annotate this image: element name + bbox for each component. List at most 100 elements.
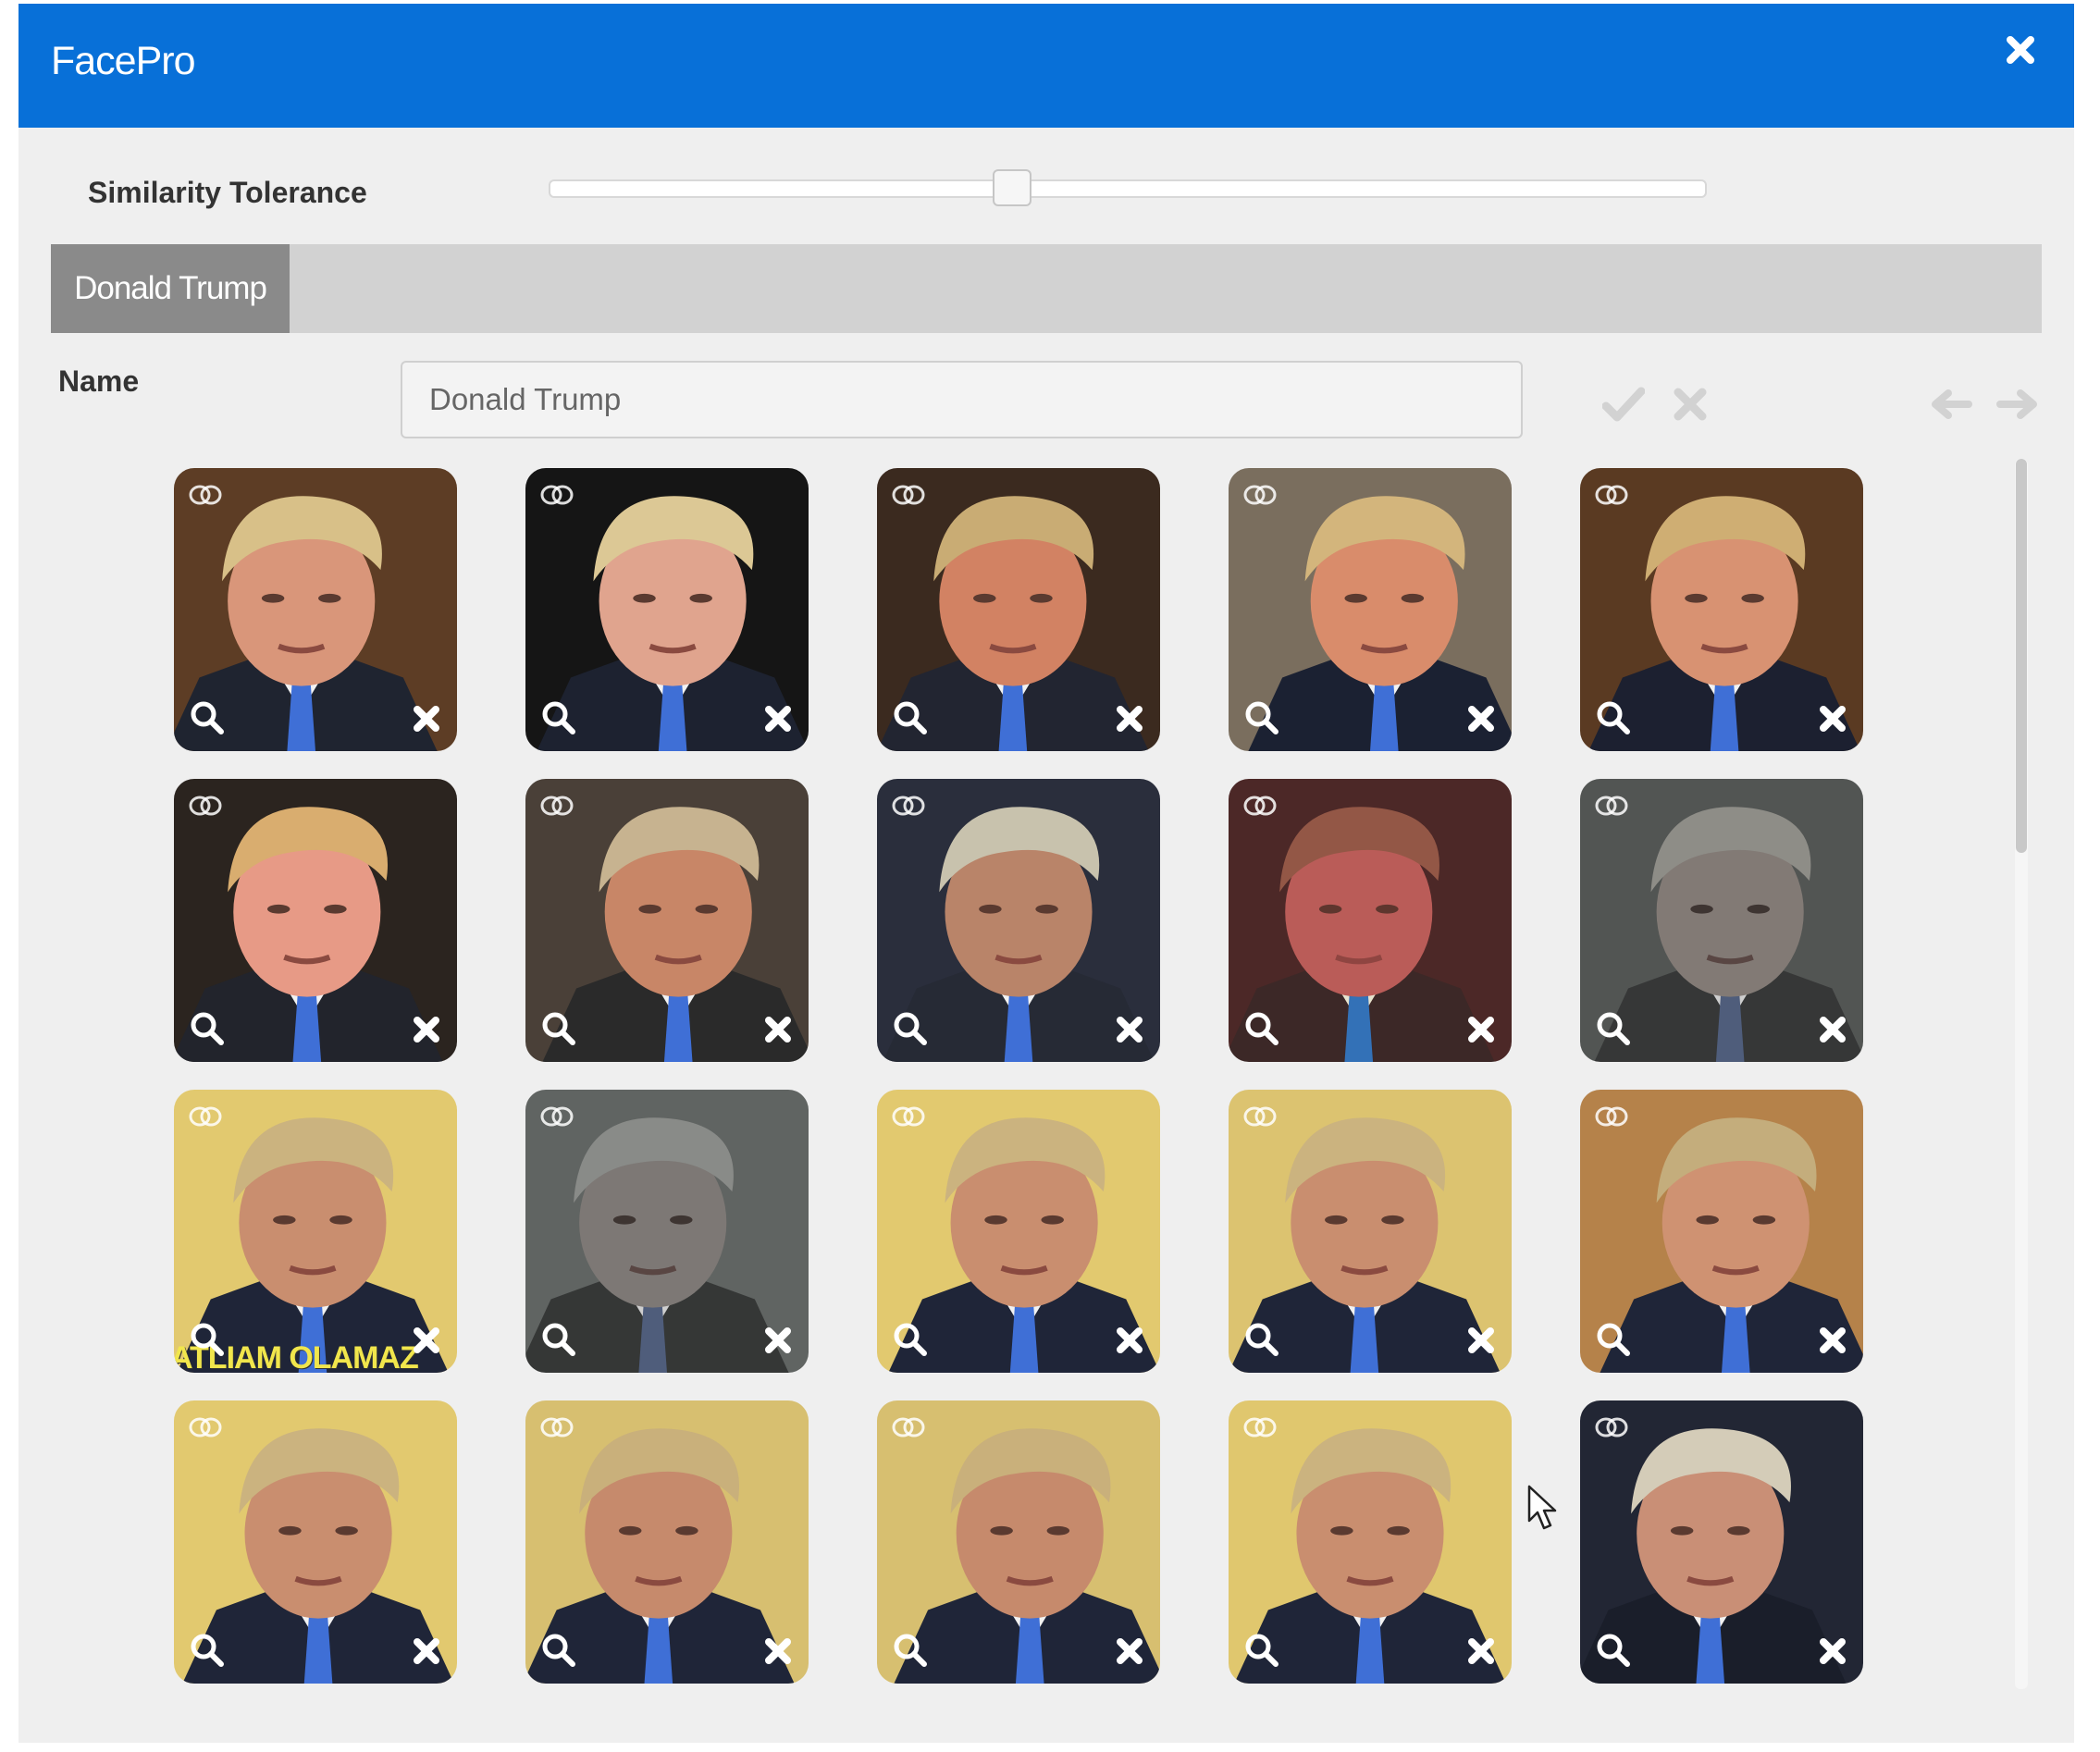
- magnifier-icon[interactable]: [538, 1008, 579, 1049]
- facepro-dialog: FacePro Similarity Tolerance Donald Trum…: [19, 4, 2074, 1743]
- linked-rings-icon[interactable]: [185, 481, 226, 509]
- name-label: Name: [58, 364, 140, 398]
- remove-x-icon[interactable]: [1815, 1634, 1850, 1669]
- remove-x-icon[interactable]: [409, 701, 444, 736]
- face-thumbnail[interactable]: [877, 1090, 1160, 1373]
- face-thumbnail[interactable]: [1229, 779, 1512, 1062]
- face-thumbnail[interactable]: [877, 1400, 1160, 1684]
- magnifier-icon[interactable]: [1241, 1630, 1282, 1671]
- cancel-x-icon[interactable]: [1667, 381, 1713, 427]
- magnifier-icon[interactable]: [1241, 1319, 1282, 1360]
- remove-x-icon[interactable]: [1464, 701, 1499, 736]
- magnifier-icon[interactable]: [538, 697, 579, 738]
- magnifier-icon[interactable]: [187, 1319, 228, 1360]
- remove-x-icon[interactable]: [1112, 701, 1147, 736]
- magnifier-icon[interactable]: [1593, 1008, 1634, 1049]
- remove-x-icon[interactable]: [1815, 1323, 1850, 1358]
- magnifier-icon[interactable]: [1593, 1319, 1634, 1360]
- app-title: FacePro: [51, 39, 196, 83]
- tab-bar: Donald Trump: [51, 244, 2042, 333]
- close-icon[interactable]: [2002, 31, 2039, 68]
- face-thumbnail[interactable]: ATLIAM OLAMAZ: [174, 1090, 457, 1373]
- linked-rings-icon[interactable]: [185, 1413, 226, 1441]
- magnifier-icon[interactable]: [187, 1008, 228, 1049]
- magnifier-icon[interactable]: [538, 1319, 579, 1360]
- linked-rings-icon[interactable]: [1591, 792, 1632, 820]
- face-thumbnail[interactable]: [877, 468, 1160, 751]
- face-thumbnail[interactable]: [1229, 468, 1512, 751]
- arrow-right-icon[interactable]: [1995, 381, 2041, 427]
- arrow-left-icon[interactable]: [1928, 381, 1974, 427]
- title-bar: FacePro: [19, 4, 2074, 128]
- face-thumbnail[interactable]: [174, 468, 457, 751]
- face-thumbnail[interactable]: [1580, 1400, 1863, 1684]
- linked-rings-icon[interactable]: [537, 792, 577, 820]
- magnifier-icon[interactable]: [187, 697, 228, 738]
- scrollbar-thumb[interactable]: [2016, 459, 2027, 853]
- face-thumbnail[interactable]: [877, 779, 1160, 1062]
- linked-rings-icon[interactable]: [888, 792, 929, 820]
- magnifier-icon[interactable]: [890, 1630, 931, 1671]
- linked-rings-icon[interactable]: [1240, 792, 1280, 820]
- remove-x-icon[interactable]: [760, 1012, 796, 1047]
- remove-x-icon[interactable]: [1464, 1012, 1499, 1047]
- linked-rings-icon[interactable]: [537, 1103, 577, 1130]
- remove-x-icon[interactable]: [1112, 1634, 1147, 1669]
- linked-rings-icon[interactable]: [185, 792, 226, 820]
- magnifier-icon[interactable]: [538, 1630, 579, 1671]
- linked-rings-icon[interactable]: [537, 1413, 577, 1441]
- face-thumbnail[interactable]: [525, 1090, 809, 1373]
- remove-x-icon[interactable]: [1112, 1012, 1147, 1047]
- slider-track[interactable]: [549, 179, 1707, 198]
- scrollbar[interactable]: [2015, 459, 2028, 1689]
- face-thumbnail[interactable]: [525, 779, 809, 1062]
- remove-x-icon[interactable]: [1464, 1634, 1499, 1669]
- mouse-cursor-icon: [1527, 1485, 1557, 1530]
- remove-x-icon[interactable]: [409, 1012, 444, 1047]
- magnifier-icon[interactable]: [890, 1319, 931, 1360]
- magnifier-icon[interactable]: [1241, 697, 1282, 738]
- magnifier-icon[interactable]: [1241, 1008, 1282, 1049]
- remove-x-icon[interactable]: [409, 1323, 444, 1358]
- linked-rings-icon[interactable]: [1240, 481, 1280, 509]
- face-thumbnail[interactable]: [1580, 779, 1863, 1062]
- linked-rings-icon[interactable]: [185, 1103, 226, 1130]
- linked-rings-icon[interactable]: [537, 481, 577, 509]
- magnifier-icon[interactable]: [890, 1008, 931, 1049]
- magnifier-icon[interactable]: [890, 697, 931, 738]
- linked-rings-icon[interactable]: [888, 481, 929, 509]
- linked-rings-icon[interactable]: [1591, 481, 1632, 509]
- similarity-tolerance-label: Similarity Tolerance: [88, 176, 367, 209]
- face-thumbnail[interactable]: [525, 1400, 809, 1684]
- linked-rings-icon[interactable]: [1240, 1413, 1280, 1441]
- face-thumbnail[interactable]: [1229, 1090, 1512, 1373]
- tab-donald-trump[interactable]: Donald Trump: [51, 244, 290, 333]
- magnifier-icon[interactable]: [187, 1630, 228, 1671]
- face-grid: ATLIAM OLAMAZ: [174, 468, 1891, 1698]
- face-thumbnail[interactable]: [525, 468, 809, 751]
- remove-x-icon[interactable]: [760, 701, 796, 736]
- face-thumbnail[interactable]: [1580, 468, 1863, 751]
- linked-rings-icon[interactable]: [1591, 1103, 1632, 1130]
- similarity-tolerance-slider[interactable]: [549, 169, 1707, 206]
- linked-rings-icon[interactable]: [1591, 1413, 1632, 1441]
- checkmark-icon[interactable]: [1600, 381, 1647, 427]
- name-input[interactable]: [401, 361, 1523, 438]
- remove-x-icon[interactable]: [760, 1634, 796, 1669]
- face-thumbnail[interactable]: [174, 1400, 457, 1684]
- remove-x-icon[interactable]: [1815, 1012, 1850, 1047]
- linked-rings-icon[interactable]: [1240, 1103, 1280, 1130]
- remove-x-icon[interactable]: [760, 1323, 796, 1358]
- remove-x-icon[interactable]: [1815, 701, 1850, 736]
- face-thumbnail[interactable]: [1229, 1400, 1512, 1684]
- linked-rings-icon[interactable]: [888, 1413, 929, 1441]
- slider-handle[interactable]: [992, 169, 1031, 206]
- remove-x-icon[interactable]: [1112, 1323, 1147, 1358]
- linked-rings-icon[interactable]: [888, 1103, 929, 1130]
- remove-x-icon[interactable]: [1464, 1323, 1499, 1358]
- face-thumbnail[interactable]: [174, 779, 457, 1062]
- face-thumbnail[interactable]: [1580, 1090, 1863, 1373]
- magnifier-icon[interactable]: [1593, 697, 1634, 738]
- remove-x-icon[interactable]: [409, 1634, 444, 1669]
- magnifier-icon[interactable]: [1593, 1630, 1634, 1671]
